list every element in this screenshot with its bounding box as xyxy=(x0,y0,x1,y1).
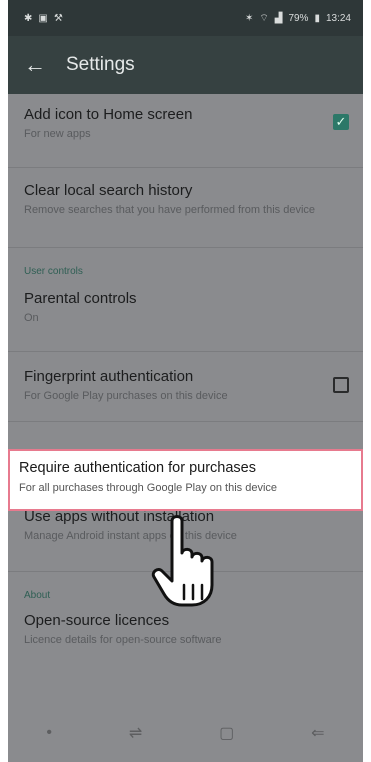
back-arrow-icon[interactable]: ← xyxy=(24,52,52,78)
setting-title: Clear local search history xyxy=(24,182,193,199)
setting-subtitle: Remove searches that you have performed … xyxy=(24,204,316,216)
recent-apps-icon[interactable]: ⇌ xyxy=(129,723,142,743)
checkbox-checked-icon[interactable]: ✓ xyxy=(333,114,349,130)
setting-add-icon-home[interactable]: Add icon to Home screen For new apps ✓ xyxy=(8,94,363,168)
battery-icon: ▮ xyxy=(314,12,320,24)
setting-open-source-licences[interactable]: Open-source licences Licence details for… xyxy=(8,606,363,666)
time-text: 13:24 xyxy=(325,12,351,24)
signal-icon: ▟ xyxy=(274,12,283,24)
status-bar: ✱ ▣ ⚒ ✶ ⌔ ▟ 79% ▮ 13:24 xyxy=(8,0,363,36)
highlighted-title: Require authentication for purchases xyxy=(19,460,256,476)
page-title: Settings xyxy=(66,54,135,75)
setting-subtitle: Licence details for open-source software xyxy=(24,634,222,646)
battery-text: 79% xyxy=(288,12,309,24)
wifi-icon: ⌔ xyxy=(259,12,269,24)
setting-title: Add icon to Home screen xyxy=(24,106,193,123)
dot-icon: • xyxy=(46,724,53,741)
status-left: ✱ ▣ ⚒ xyxy=(24,13,63,24)
image-icon: ▣ xyxy=(38,12,48,24)
highlighted-subtitle: For all purchases through Google Play on… xyxy=(19,482,278,494)
tools-icon: ⚒ xyxy=(53,12,63,24)
setting-parental-controls[interactable]: Parental controls On xyxy=(8,282,363,352)
setting-title: Fingerprint authentication xyxy=(24,368,194,385)
section-header-user-controls: User controls xyxy=(24,266,83,277)
home-icon[interactable]: ▢ xyxy=(219,723,234,743)
checkbox-unchecked-icon[interactable] xyxy=(333,377,349,393)
setting-fingerprint-auth[interactable]: Fingerprint authentication For Google Pl… xyxy=(8,352,363,422)
notification-icon: ✱ xyxy=(24,12,33,24)
setting-title: Parental controls xyxy=(24,290,137,307)
setting-title: Open-source licences xyxy=(24,612,170,629)
app-bar: ← Settings xyxy=(8,36,363,94)
back-icon[interactable]: ⇐ xyxy=(311,723,324,743)
pointer-hand-icon xyxy=(151,515,214,607)
navigation-bar: • ⇌ ▢ ⇐ xyxy=(8,704,363,762)
phone-frame: ✱ ▣ ⚒ ✶ ⌔ ▟ 79% ▮ 13:24 ← Settings Add i… xyxy=(8,0,363,762)
setting-subtitle: For Google Play purchases on this device xyxy=(24,390,228,402)
bluetooth-icon: ✶ xyxy=(244,12,254,24)
highlighted-setting-require-auth[interactable]: Require authentication for purchases For… xyxy=(8,449,363,511)
setting-subtitle: For new apps xyxy=(24,128,91,140)
setting-clear-search-history[interactable]: Clear local search history Remove search… xyxy=(8,168,363,248)
setting-subtitle: On xyxy=(24,312,39,324)
status-right: ✶ ⌔ ▟ 79% ▮ 13:24 xyxy=(245,12,351,25)
